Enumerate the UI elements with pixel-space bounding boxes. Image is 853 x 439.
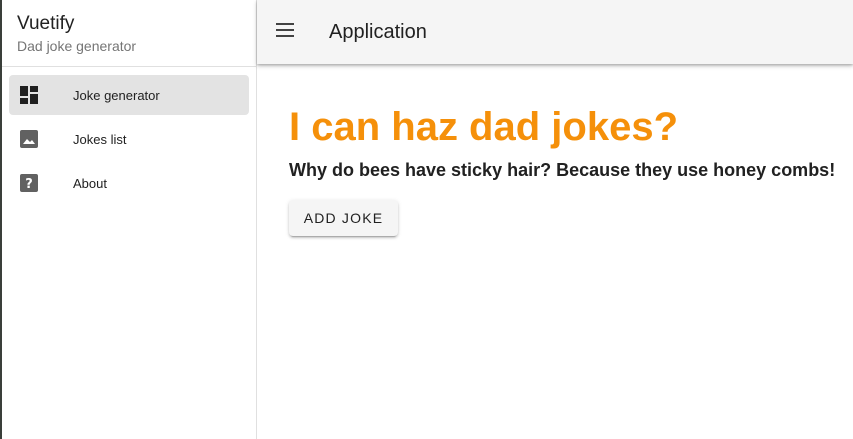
nav-item-joke-generator[interactable]: Joke generator xyxy=(9,75,249,115)
image-icon xyxy=(19,129,39,149)
main-content: I can haz dad jokes? Why do bees have st… xyxy=(289,104,849,236)
nav-item-label: Joke generator xyxy=(73,87,160,103)
navigation-drawer: Vuetify Dad joke generator Joke generato… xyxy=(2,0,257,439)
nav-item-jokes-list[interactable]: Jokes list xyxy=(9,119,249,159)
drawer-title: Vuetify xyxy=(17,13,75,34)
nav-list: Joke generator Jokes list ? About xyxy=(2,67,256,203)
app-bar: Application xyxy=(257,0,853,64)
drawer-header: Vuetify Dad joke generator xyxy=(2,0,256,67)
page-headline: I can haz dad jokes? xyxy=(289,105,679,149)
app-root: Vuetify Dad joke generator Joke generato… xyxy=(0,0,853,439)
joke-text: Why do bees have sticky hair? Because th… xyxy=(289,160,836,180)
nav-item-about[interactable]: ? About xyxy=(9,163,249,203)
help-box-icon: ? xyxy=(19,173,39,193)
menu-button[interactable] xyxy=(265,12,305,52)
nav-item-label: About xyxy=(73,175,107,191)
nav-item-label: Jokes list xyxy=(73,131,127,147)
drawer-subtitle: Dad joke generator xyxy=(17,38,137,54)
menu-icon xyxy=(275,22,295,42)
dashboard-icon xyxy=(19,85,39,105)
app-title: Application xyxy=(329,20,427,43)
svg-text:?: ? xyxy=(25,177,33,192)
add-joke-button[interactable]: ADD JOKE xyxy=(289,200,398,236)
